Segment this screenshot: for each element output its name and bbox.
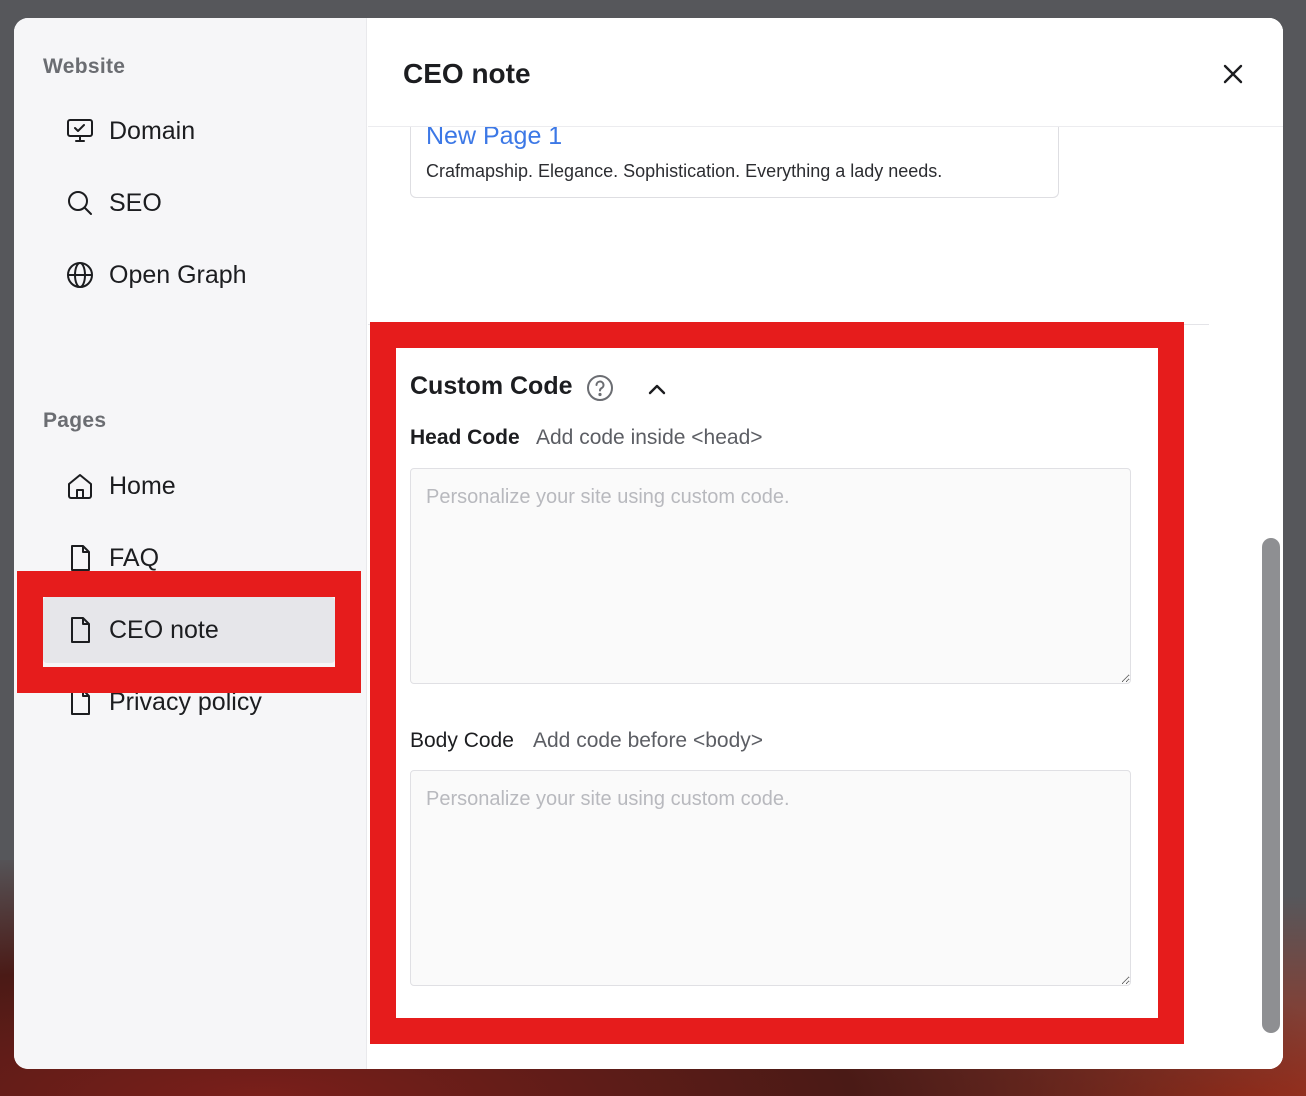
home-icon — [65, 471, 95, 501]
sidebar-item-label: Home — [109, 471, 176, 500]
monitor-check-icon — [65, 116, 95, 146]
body-code-label: Body Code — [410, 729, 514, 752]
close-icon — [1223, 64, 1243, 84]
sidebar-item-privacy-policy[interactable]: Privacy policy — [43, 669, 335, 735]
sidebar-item-label: FAQ — [109, 543, 160, 572]
settings-modal: Website Domain SEO Open Graph Pages Home… — [14, 18, 1283, 1069]
file-icon — [65, 687, 95, 717]
sidebar-item-ceo-note[interactable]: CEO note — [43, 597, 335, 663]
search-icon — [65, 188, 95, 218]
sidebar: Website Domain SEO Open Graph Pages Home… — [14, 18, 367, 1069]
sidebar-item-domain[interactable]: Domain — [43, 98, 335, 164]
section-divider — [368, 324, 1209, 325]
main-content: New Page 1 Crafmapship. Elegance. Sophis… — [368, 18, 1283, 1069]
page-title: CEO note — [403, 58, 531, 89]
sidebar-item-label: SEO — [109, 188, 162, 217]
sidebar-item-open-graph[interactable]: Open Graph — [43, 242, 335, 308]
body-code-hint: Add code before <body> — [533, 729, 764, 752]
custom-code-title: Custom Code — [410, 372, 573, 400]
help-icon[interactable] — [586, 374, 614, 402]
scrollbar-thumb[interactable] — [1262, 538, 1280, 1033]
head-code-label: Head Code — [410, 426, 520, 449]
sidebar-item-seo[interactable]: SEO — [43, 170, 335, 236]
sidebar-item-faq[interactable]: FAQ — [43, 525, 335, 591]
sidebar-item-label: Domain — [109, 116, 196, 145]
file-icon — [65, 615, 95, 645]
preview-description: Crafmapship. Elegance. Sophistication. E… — [426, 161, 943, 181]
close-button[interactable] — [1221, 62, 1245, 86]
sidebar-item-label: CEO note — [109, 615, 219, 644]
head-code-input[interactable] — [410, 468, 1131, 684]
sidebar-item-home[interactable]: Home — [43, 453, 335, 519]
pages-section-label: Pages — [43, 409, 107, 432]
website-section-label: Website — [43, 55, 126, 78]
file-icon — [65, 543, 95, 573]
sidebar-item-label: Open Graph — [109, 260, 247, 289]
chevron-up-icon[interactable] — [646, 378, 668, 400]
modal-header: CEO note — [368, 18, 1283, 127]
globe-icon — [65, 260, 95, 290]
body-code-input[interactable] — [410, 770, 1131, 986]
sidebar-item-label: Privacy policy — [109, 687, 262, 716]
head-code-hint: Add code inside <head> — [536, 426, 763, 449]
